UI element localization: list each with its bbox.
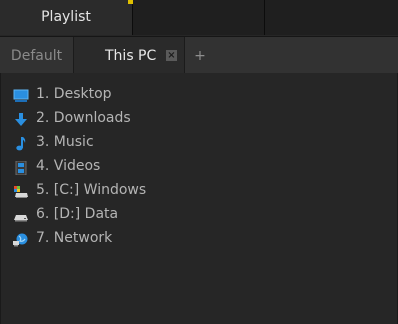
tab-playlist-label: Playlist [41, 9, 91, 25]
tab-this-pc[interactable]: This PC × [74, 37, 185, 74]
desktop-icon [13, 87, 29, 102]
tab-empty-3[interactable] [265, 0, 398, 35]
close-tab-icon[interactable]: × [166, 50, 177, 61]
film-icon [13, 159, 29, 176]
list-item-desktop[interactable]: 1. Desktop [1, 82, 397, 106]
list-item-downloads[interactable]: 2. Downloads [1, 106, 397, 130]
drive-icon [13, 207, 29, 222]
location-tab-strip: Default This PC × + [0, 36, 398, 74]
system-drive-icon [13, 183, 29, 198]
list-item-network[interactable]: 7. Network [1, 226, 397, 250]
list-item-d-drive[interactable]: 6. [D:] Data [1, 202, 397, 226]
list-item-c-drive[interactable]: 5. [C:] Windows [1, 178, 397, 202]
list-item-videos[interactable]: 4. Videos [1, 154, 397, 178]
list-item-label: 7. Network [36, 230, 113, 246]
tab-default-label: Default [10, 48, 63, 64]
list-item-label: 2. Downloads [36, 110, 131, 126]
location-list: 1. Desktop 2. Downloads 3. Music 4. Vide… [0, 73, 398, 324]
download-arrow-icon [13, 111, 29, 126]
tab-default[interactable]: Default [0, 37, 74, 74]
tab-playlist[interactable]: Playlist [0, 0, 133, 35]
top-tab-strip: Playlist [0, 0, 398, 35]
playlist-window: Playlist Default This PC × + 1. Desktop [0, 0, 398, 324]
list-item-label: 3. Music [36, 134, 94, 150]
add-tab-button[interactable]: + [194, 37, 206, 74]
music-note-icon [13, 135, 29, 151]
list-item-label: 6. [D:] Data [36, 206, 119, 222]
list-item-music[interactable]: 3. Music [1, 130, 397, 154]
tab-this-pc-label: This PC [105, 48, 157, 64]
tab-empty-2[interactable] [133, 0, 265, 35]
list-item-label: 5. [C:] Windows [36, 182, 147, 198]
network-icon [13, 231, 29, 247]
list-item-label: 1. Desktop [36, 86, 112, 102]
list-item-label: 4. Videos [36, 158, 101, 174]
